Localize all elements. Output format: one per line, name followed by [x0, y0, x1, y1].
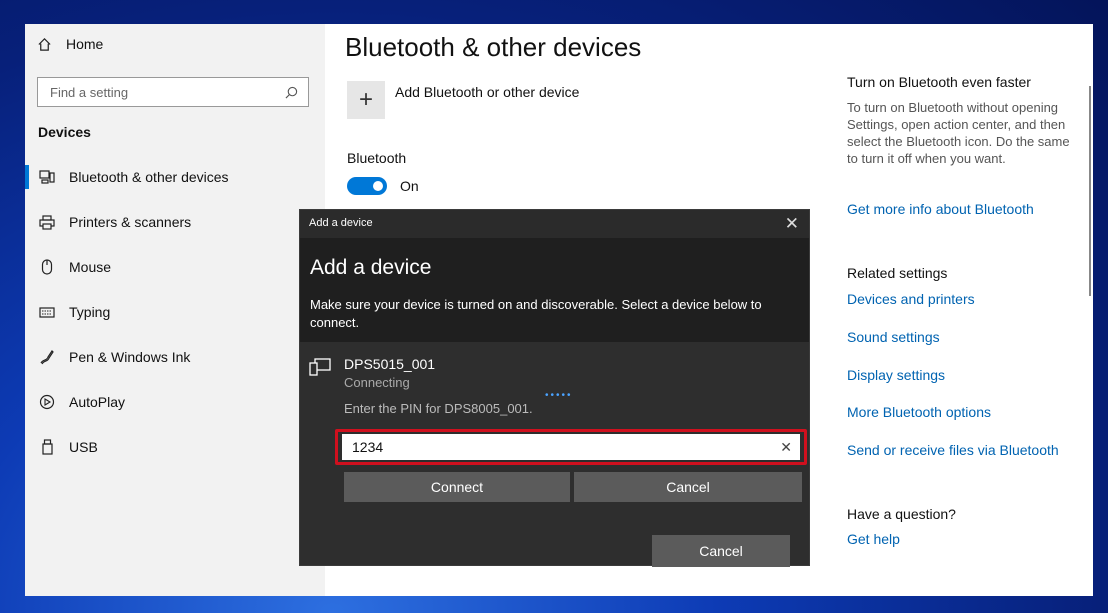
search-field[interactable]	[37, 77, 309, 107]
connect-button[interactable]: Connect	[344, 472, 570, 502]
mouse-icon	[38, 259, 56, 275]
sidebar-item-printers[interactable]: Printers & scanners	[25, 202, 325, 242]
sidebar-home[interactable]: Home	[37, 36, 103, 52]
page-title: Bluetooth & other devices	[345, 32, 642, 62]
bottom-cancel-button[interactable]: Cancel	[652, 535, 790, 567]
close-icon[interactable]: ✕	[785, 214, 799, 234]
more-info-link[interactable]: Get more info about Bluetooth	[847, 201, 1034, 217]
dialog-heading: Add a device	[310, 256, 432, 279]
link-devices-printers[interactable]: Devices and printers	[847, 291, 975, 307]
faster-heading: Turn on Bluetooth even faster	[847, 74, 1031, 90]
link-display-settings[interactable]: Display settings	[847, 367, 945, 383]
sidebar-item-label: Mouse	[69, 259, 112, 275]
bluetooth-label: Bluetooth	[347, 150, 407, 166]
faster-text: To turn on Bluetooth without opening Set…	[847, 100, 1070, 166]
plus-icon: +	[358, 86, 373, 113]
pin-input[interactable]	[350, 438, 781, 456]
pin-field[interactable]: ✕	[342, 434, 800, 460]
dialog-description: Make sure your device is turned on and d…	[310, 297, 762, 330]
sidebar-item-usb[interactable]: USB	[25, 427, 325, 467]
sidebar-item-label: AutoPlay	[69, 394, 126, 410]
home-icon	[37, 37, 52, 52]
printer-icon	[38, 214, 56, 230]
device-name: DPS5015_001	[344, 356, 436, 372]
device-icon	[309, 358, 331, 381]
progress-dots-icon: •••••	[545, 390, 573, 401]
bluetooth-devices-icon	[38, 170, 56, 184]
link-sound-settings[interactable]: Sound settings	[847, 329, 940, 345]
pin-prompt: Enter the PIN for DPS8005_001.	[344, 401, 533, 416]
question-heading: Have a question?	[847, 506, 956, 522]
autoplay-icon	[38, 394, 56, 410]
search-input[interactable]	[48, 83, 285, 101]
sidebar-item-pen[interactable]: Pen & Windows Ink	[25, 337, 325, 377]
sidebar-item-label: Typing	[69, 304, 111, 320]
sidebar-item-label: Pen & Windows Ink	[69, 349, 191, 365]
sidebar-item-bluetooth[interactable]: Bluetooth & other devices	[25, 157, 325, 197]
scrollbar[interactable]	[1089, 86, 1091, 296]
link-send-receive-files[interactable]: Send or receive files via Bluetooth	[847, 442, 1059, 458]
sidebar-item-label: Bluetooth & other devices	[69, 169, 229, 185]
add-device-label[interactable]: Add Bluetooth or other device	[395, 84, 579, 100]
home-label: Home	[66, 36, 104, 52]
related-heading: Related settings	[847, 265, 948, 281]
clear-icon[interactable]: ✕	[780, 439, 792, 456]
dialog-window-title: Add a device	[309, 217, 373, 229]
bluetooth-toggle-state: On	[400, 178, 419, 194]
pen-icon	[38, 349, 56, 365]
sidebar-item-label: USB	[69, 439, 98, 455]
cancel-button[interactable]: Cancel	[574, 472, 802, 502]
search-icon[interactable]	[285, 86, 298, 99]
add-device-dialog: Add a device ✕ Add a device Make sure yo…	[299, 209, 810, 567]
sidebar-item-autoplay[interactable]: AutoPlay	[25, 382, 325, 422]
device-card[interactable]: DPS5015_001 Connecting ••••• Enter the P…	[300, 342, 809, 567]
bluetooth-toggle[interactable]	[347, 177, 387, 195]
sidebar-item-label: Printers & scanners	[69, 214, 192, 230]
device-status: Connecting	[344, 375, 410, 390]
dialog-titlebar[interactable]: Add a device ✕	[300, 210, 809, 238]
add-device-button[interactable]: +	[347, 81, 385, 119]
sidebar-item-typing[interactable]: Typing	[25, 292, 325, 332]
keyboard-icon	[38, 306, 56, 318]
usb-icon	[38, 439, 56, 455]
help-link[interactable]: Get help	[847, 531, 900, 547]
sidebar-item-mouse[interactable]: Mouse	[25, 247, 325, 287]
section-title-devices: Devices	[38, 124, 91, 140]
sidebar: Home Devices Bluetooth & other devices P…	[25, 24, 325, 596]
link-more-bluetooth[interactable]: More Bluetooth options	[847, 404, 991, 420]
